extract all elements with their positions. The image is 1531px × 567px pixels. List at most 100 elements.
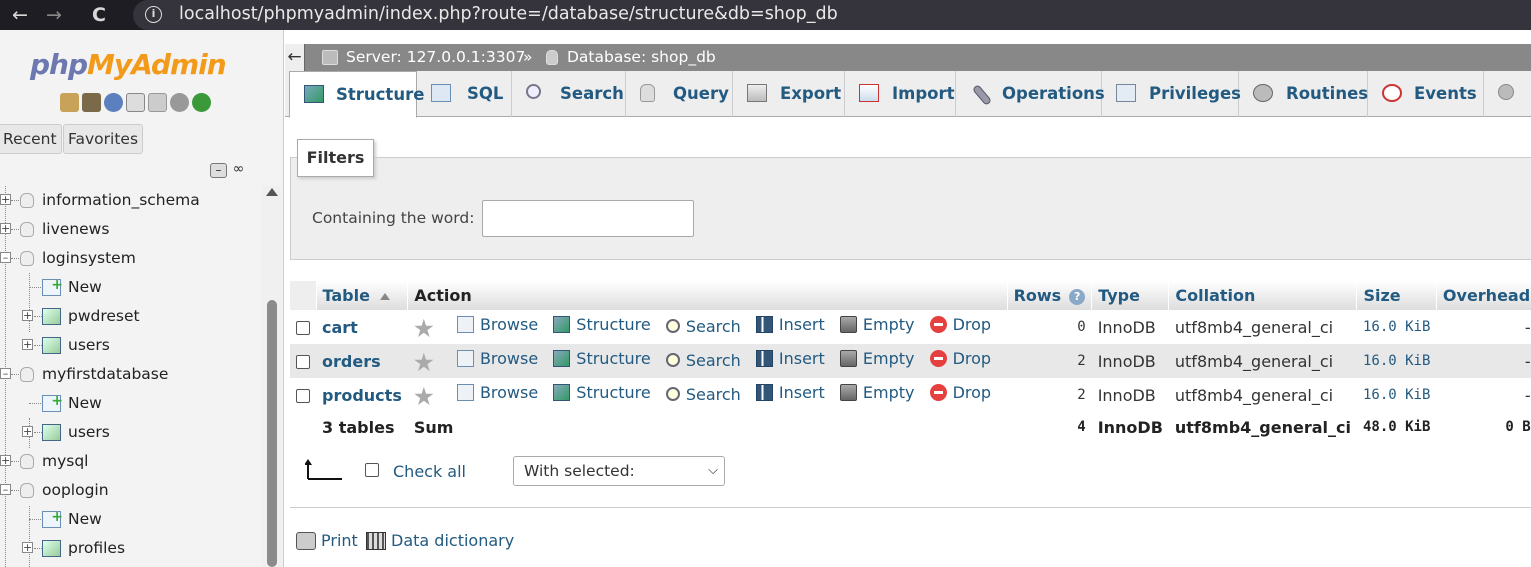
scroll-up-arrow-icon[interactable] xyxy=(266,188,278,196)
site-info-icon[interactable]: i xyxy=(145,6,162,23)
drop-link[interactable]: Drop xyxy=(929,349,991,368)
column-header-rows[interactable]: Rows? xyxy=(1007,281,1093,310)
tab-structure[interactable]: Structure xyxy=(289,71,424,118)
tab-search[interactable]: Search xyxy=(512,71,626,117)
size-value[interactable]: 16.0 KiB xyxy=(1356,310,1437,344)
tree-item-new[interactable]: New xyxy=(0,387,262,418)
favorite-star-icon[interactable] xyxy=(414,318,434,337)
reload-icon[interactable]: C xyxy=(87,3,111,27)
scroll-thumb[interactable] xyxy=(267,300,277,567)
browse-link[interactable]: Browse xyxy=(456,349,538,368)
summary-row: 3 tables Sum 4 InnoDB utf8mb4_general_ci… xyxy=(290,412,1531,442)
logout-icon[interactable] xyxy=(82,93,101,112)
insert-icon xyxy=(755,384,773,402)
import-icon xyxy=(859,84,879,102)
insert-link[interactable]: Insert xyxy=(755,349,825,368)
tree-item-table[interactable]: + users xyxy=(0,331,262,360)
tab-import[interactable]: Import xyxy=(845,71,956,117)
data-dictionary-link[interactable]: Data dictionary xyxy=(366,531,514,550)
browse-link[interactable]: Browse xyxy=(456,315,538,334)
tree-item-table[interactable]: + profiles xyxy=(0,534,262,563)
total-rows: 4 xyxy=(1077,419,1086,435)
empty-link[interactable]: Empty xyxy=(839,349,914,368)
collapse-all-icon[interactable]: – xyxy=(210,163,227,178)
breadcrumb-server[interactable]: Server: 127.0.0.1:3307 xyxy=(346,44,525,71)
tree-item-table[interactable]: + users xyxy=(0,418,262,447)
copy-icon[interactable] xyxy=(148,93,167,112)
tree-item-db[interactable]: + information_schema xyxy=(0,186,262,215)
reload-nav-icon[interactable] xyxy=(192,93,211,112)
search-link[interactable]: Search xyxy=(665,317,741,336)
url-text[interactable]: localhost/phpmyadmin/index.php?route=/da… xyxy=(179,4,838,24)
favorite-star-icon[interactable] xyxy=(414,352,434,371)
phpmyadmin-logo[interactable]: phpMyAdmin xyxy=(30,48,227,81)
tab-operations[interactable]: Operations xyxy=(956,71,1105,117)
structure-link[interactable]: Structure xyxy=(553,315,651,334)
link-icon[interactable]: ∞ xyxy=(230,162,247,178)
tab-favorites[interactable]: Favorites xyxy=(63,124,144,154)
filters-panel xyxy=(290,157,1531,260)
collapse-nav-arrow-icon[interactable]: ← xyxy=(285,44,305,71)
size-value[interactable]: 16.0 KiB xyxy=(1356,344,1437,378)
row-checkbox[interactable] xyxy=(296,389,310,403)
tree-item-db[interactable]: – ooplogin xyxy=(0,476,262,505)
with-selected-dropdown[interactable]: With selected: ⌵ xyxy=(513,456,725,486)
tab-privileges[interactable]: Privileges xyxy=(1102,71,1241,117)
collation-value: utf8mb4_general_ci xyxy=(1168,378,1357,412)
filter-input[interactable] xyxy=(482,200,694,237)
column-header-table[interactable]: Table xyxy=(316,281,409,310)
sql-icon xyxy=(431,84,451,102)
tab-export[interactable]: Export xyxy=(733,71,845,117)
row-checkbox[interactable] xyxy=(296,355,310,369)
tree-item-db[interactable]: + livenews xyxy=(0,215,262,244)
drop-link[interactable]: Drop xyxy=(929,315,991,334)
back-arrow-icon[interactable]: ← xyxy=(8,3,32,27)
check-all-label[interactable]: Check all xyxy=(393,462,466,481)
size-value[interactable]: 16.0 KiB xyxy=(1356,378,1437,412)
structure-link[interactable]: Structure xyxy=(553,383,651,402)
docs-icon[interactable] xyxy=(126,93,145,112)
tab-sql[interactable]: SQL xyxy=(417,71,512,117)
favorite-star-icon[interactable] xyxy=(414,386,434,405)
table-name-link[interactable]: orders xyxy=(322,352,381,371)
tree-item-db[interactable]: – myfirstdatabase xyxy=(0,360,262,389)
settings-gear-icon[interactable] xyxy=(170,93,189,112)
help-icon[interactable]: ? xyxy=(1069,288,1086,305)
address-bar[interactable]: i localhost/phpmyadmin/index.php?route=/… xyxy=(133,0,1531,30)
column-header-type[interactable]: Type xyxy=(1091,281,1170,310)
insert-link[interactable]: Insert xyxy=(755,315,825,334)
table-name-link[interactable]: products xyxy=(322,386,402,405)
insert-link[interactable]: Insert xyxy=(755,383,825,402)
breadcrumb-database[interactable]: Database: shop_db xyxy=(567,44,716,71)
check-all-checkbox[interactable] xyxy=(365,463,379,477)
print-link[interactable]: Print xyxy=(296,531,358,550)
tree-item-new[interactable]: New xyxy=(0,503,262,534)
column-header-size[interactable]: Size xyxy=(1356,281,1437,310)
column-header-overhead[interactable]: Overhead xyxy=(1436,281,1531,310)
search-link[interactable]: Search xyxy=(665,385,741,404)
home-icon[interactable] xyxy=(60,93,79,112)
total-type: InnoDB xyxy=(1097,417,1163,437)
table-name-link[interactable]: cart xyxy=(322,318,358,337)
empty-link[interactable]: Empty xyxy=(839,383,914,402)
tab-recent[interactable]: Recent xyxy=(0,124,62,154)
empty-link[interactable]: Empty xyxy=(839,315,914,334)
forward-arrow-icon[interactable]: → xyxy=(42,3,66,27)
tree-item-db[interactable]: – loginsystem xyxy=(0,244,262,273)
tree-item-new[interactable]: New xyxy=(0,271,262,302)
browse-link[interactable]: Browse xyxy=(456,383,538,402)
rows-count: 2 xyxy=(1007,344,1092,378)
tree-item-db[interactable]: + mysql xyxy=(0,447,262,476)
tab-routines[interactable]: Routines xyxy=(1239,71,1368,117)
tab-events[interactable]: Events xyxy=(1368,71,1484,117)
tab-more[interactable] xyxy=(1484,71,1531,117)
drop-link[interactable]: Drop xyxy=(929,383,991,402)
structure-link[interactable]: Structure xyxy=(553,349,651,368)
tree-item-table[interactable]: + pwdreset xyxy=(0,302,262,331)
help-icon[interactable] xyxy=(104,93,123,112)
nav-scrollbar[interactable] xyxy=(262,186,282,567)
row-checkbox[interactable] xyxy=(296,321,310,335)
search-link[interactable]: Search xyxy=(665,351,741,370)
tab-query[interactable]: Query xyxy=(626,71,733,117)
column-header-collation[interactable]: Collation xyxy=(1168,281,1358,310)
